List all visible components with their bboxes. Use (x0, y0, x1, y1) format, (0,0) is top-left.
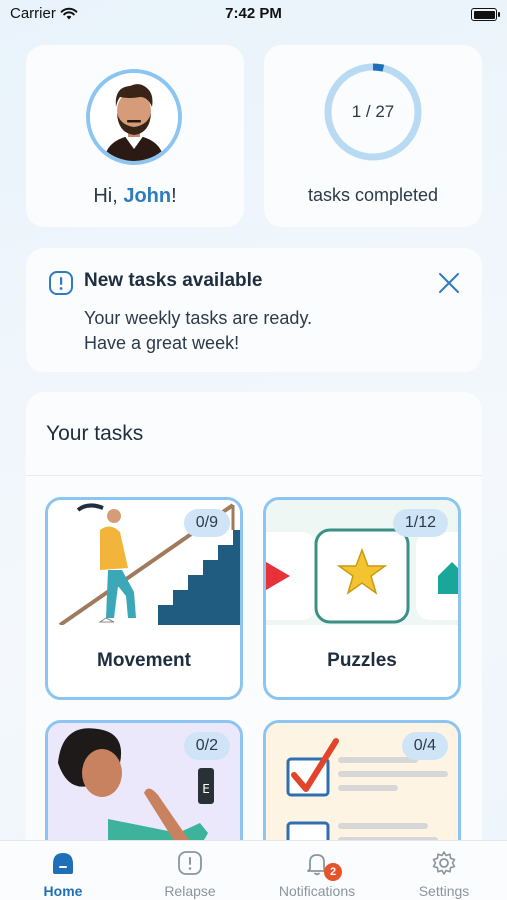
greeting-suffix: ! (171, 185, 177, 207)
new-tasks-banner: New tasks available Your weekly tasks ar… (26, 248, 482, 372)
clock: 7:42 PM (225, 5, 282, 22)
battery-icon (471, 8, 500, 21)
task-label: Movement (97, 650, 191, 671)
svg-text:E: E (202, 782, 210, 796)
tab-label: Home (43, 883, 83, 899)
tab-label: Settings (418, 883, 470, 899)
progress-card[interactable]: 1 / 27 tasks completed (264, 45, 482, 227)
avatar-illustration (90, 73, 178, 161)
home-icon (53, 853, 73, 874)
close-icon[interactable] (436, 270, 462, 296)
divider (26, 475, 482, 476)
tab-notifications[interactable]: 2 Notifications (254, 841, 380, 900)
user-name: John (123, 185, 172, 207)
progress-label: tasks completed (307, 185, 439, 205)
tab-label: Relapse (164, 883, 216, 899)
banner-line-2: Have a great week! (84, 333, 240, 353)
status-bar: Carrier 7:42 PM (0, 0, 507, 30)
gear-icon (432, 851, 456, 875)
task-count-badge: 0/2 (183, 732, 230, 760)
tab-home[interactable]: Home (0, 841, 126, 900)
greeting: Hi, John! (26, 185, 244, 208)
task-count-badge: 1/12 (392, 509, 448, 537)
tab-bar: Home Relapse 2 Notifications Settings (0, 840, 507, 900)
banner-title: New tasks available (84, 270, 263, 291)
tab-settings[interactable]: Settings (381, 841, 507, 900)
task-tile-movement[interactable]: 0/9 Movement (45, 497, 243, 700)
alert-icon (178, 851, 202, 875)
avatar (86, 69, 182, 165)
greeting-prefix: Hi, (93, 185, 124, 207)
notification-badge: 2 (324, 863, 342, 881)
profile-card[interactable]: Hi, John! (26, 45, 244, 227)
task-count-badge: 0/4 (401, 732, 448, 760)
banner-body: Your weekly tasks are ready. Have a grea… (84, 306, 312, 356)
progress-count: 1 / 27 (351, 102, 395, 121)
tab-relapse[interactable]: Relapse (127, 841, 253, 900)
tasks-header: Your tasks (46, 422, 144, 445)
task-label: Puzzles (327, 650, 397, 671)
task-count-badge: 0/9 (183, 509, 230, 537)
banner-line-1: Your weekly tasks are ready. (84, 308, 313, 328)
tab-label: Notifications (278, 883, 356, 899)
task-tile-puzzles[interactable]: 1/12 Puzzles (263, 497, 461, 700)
info-icon (49, 271, 73, 295)
